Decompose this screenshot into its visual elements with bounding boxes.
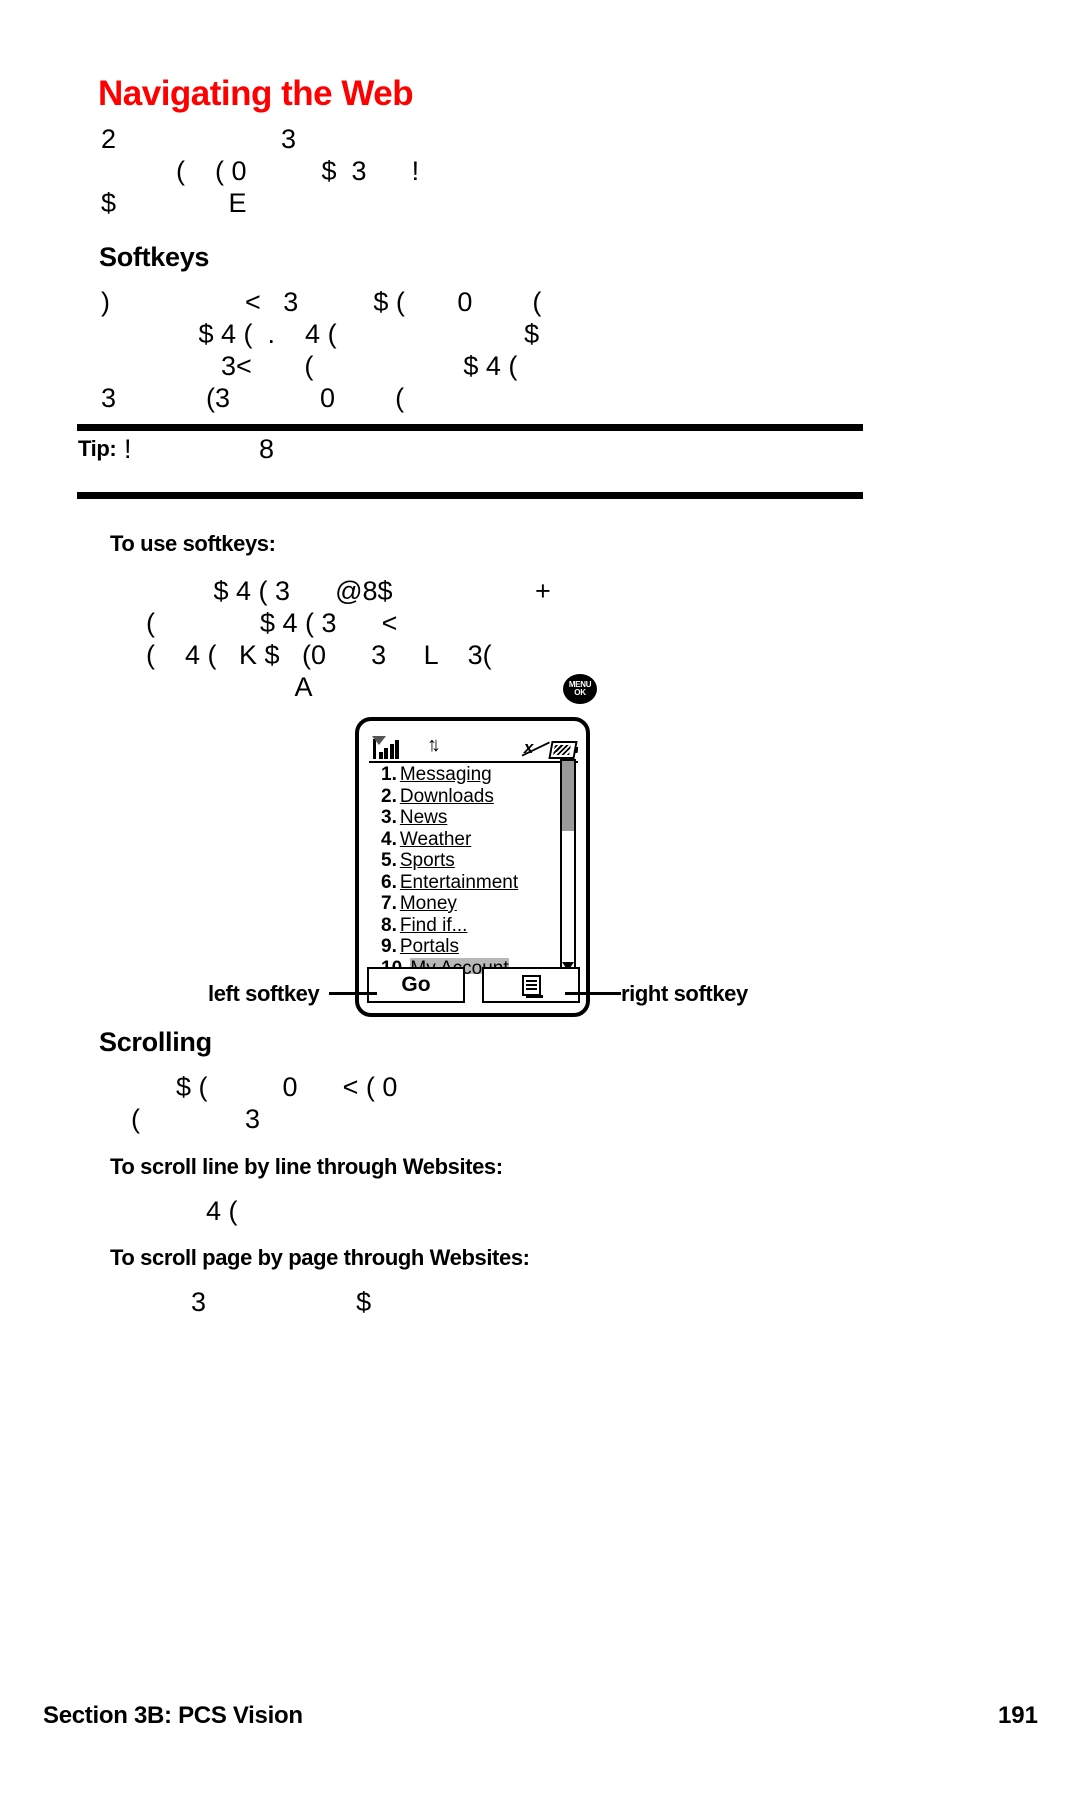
- list-item-number: 6.: [381, 871, 397, 893]
- signal-strength-icon: [372, 736, 399, 759]
- list-item[interactable]: 1. Messaging: [381, 764, 578, 786]
- use-softkeys-line-2: ( $ 4 ( 3 <: [101, 608, 398, 638]
- phone-illustration: ↑↓ x 1. Messaging 2. Downloads 3. News 4…: [355, 717, 590, 1017]
- list-item-number: 1.: [381, 764, 397, 785]
- list-item-label[interactable]: Downloads: [400, 786, 494, 808]
- left-softkey-label: Go: [401, 973, 431, 996]
- list-item-label[interactable]: Messaging: [400, 764, 492, 786]
- phone-softkey-bar: Go: [367, 967, 580, 1003]
- softkeys-line-3: 3< ( $ 4 (: [101, 351, 518, 381]
- list-item-number: 7.: [381, 893, 397, 914]
- heading-to-use-softkeys: To use softkeys:: [110, 531, 276, 556]
- no-service-icon: x: [522, 737, 551, 759]
- callout-left-leader-line: [329, 992, 377, 995]
- list-item-label[interactable]: News: [400, 807, 448, 829]
- list-item[interactable]: 9. Portals: [381, 936, 578, 958]
- softkeys-line-2: $ 4 ( . 4 ( $: [101, 319, 540, 349]
- list-item[interactable]: 2. Downloads: [381, 786, 578, 808]
- phone-status-bar: ↑↓ x: [369, 729, 578, 763]
- list-item-label[interactable]: Portals: [400, 936, 459, 958]
- heading-scrolling: Scrolling: [99, 1027, 212, 1057]
- phone-screen: ↑↓ x 1. Messaging 2. Downloads 3. News 4…: [369, 729, 578, 974]
- list-item-label[interactable]: Money: [400, 893, 457, 915]
- tip-text: ! 8: [124, 434, 275, 464]
- manual-page: Navigating the Web 2 3 ( ( 0 $ 3 ! $ E S…: [0, 0, 1080, 1800]
- data-transfer-arrows-icon: ↑↓: [427, 734, 441, 756]
- list-item-number: 3.: [381, 807, 397, 828]
- menu-ok-key-icon: MENU OK: [563, 674, 597, 704]
- use-softkeys-line-4: A: [101, 672, 313, 702]
- list-item[interactable]: 3. News: [381, 807, 578, 829]
- list-item-number: 2.: [381, 785, 397, 807]
- intro-line-2: ( ( 0 $ 3 !: [101, 156, 420, 186]
- callout-left-softkey: left softkey: [208, 981, 320, 1006]
- list-item-number: 8.: [381, 914, 397, 936]
- list-item[interactable]: 8. Find if...: [381, 915, 578, 937]
- footer-section-label: Section 3B: PCS Vision: [43, 1702, 303, 1729]
- list-item-label[interactable]: Sports: [400, 850, 455, 872]
- heading-softkeys: Softkeys: [99, 242, 210, 272]
- scrollbar-thumb[interactable]: [562, 761, 574, 831]
- scrolling-line-1: $ ( 0 < ( 0: [101, 1072, 398, 1102]
- list-item-number: 9.: [381, 936, 397, 957]
- list-item-number: 5.: [381, 850, 397, 871]
- menu-ok-key-line2: OK: [574, 688, 586, 697]
- phone-menu-list[interactable]: 1. Messaging 2. Downloads 3. News 4. Wea…: [369, 763, 578, 974]
- softkeys-line-4: 3 (3 0 (: [101, 383, 405, 413]
- list-item[interactable]: 6. Entertainment: [381, 872, 578, 894]
- status-right-icons: x: [522, 737, 578, 759]
- callout-right-softkey: right softkey: [621, 981, 748, 1006]
- battery-icon: [548, 741, 578, 759]
- callout-right-leader-line: [565, 992, 621, 995]
- menu-list-icon: [521, 974, 543, 998]
- tip-rule-top: [77, 424, 863, 431]
- use-softkeys-line-1: $ 4 ( 3 @8$ +: [101, 576, 551, 606]
- list-item[interactable]: 4. Weather: [381, 829, 578, 851]
- right-softkey-button[interactable]: [482, 967, 580, 1003]
- scroll-line-step: 4 (: [101, 1196, 238, 1226]
- heading-scroll-page-by-page: To scroll page by page through Websites:: [110, 1245, 530, 1270]
- left-softkey-button[interactable]: Go: [367, 967, 465, 1003]
- list-item-number: 4.: [381, 828, 397, 850]
- page-title: Navigating the Web: [98, 74, 414, 113]
- intro-line-3: $ E: [101, 188, 247, 218]
- list-item-label[interactable]: Find if...: [400, 915, 468, 937]
- footer-page-number: 191: [997, 1702, 1038, 1729]
- tip-rule-bottom: [77, 492, 863, 499]
- use-softkeys-line-3: ( 4 ( K $ (0 3 L 3(: [101, 640, 492, 670]
- scrolling-line-2: ( 3: [101, 1104, 261, 1134]
- scroll-page-step: 3 $: [101, 1287, 372, 1317]
- softkeys-line-1: ) < 3 $ ( 0 (: [101, 287, 542, 317]
- list-item[interactable]: 7. Money: [381, 893, 578, 915]
- list-item-label[interactable]: Entertainment: [400, 872, 518, 894]
- scrollbar[interactable]: [560, 759, 576, 974]
- tip-label: Tip:: [78, 436, 117, 461]
- list-item-label[interactable]: Weather: [400, 829, 471, 851]
- list-item[interactable]: 5. Sports: [381, 850, 578, 872]
- intro-line-1: 2 3: [101, 124, 297, 154]
- heading-scroll-line-by-line: To scroll line by line through Websites:: [110, 1154, 503, 1179]
